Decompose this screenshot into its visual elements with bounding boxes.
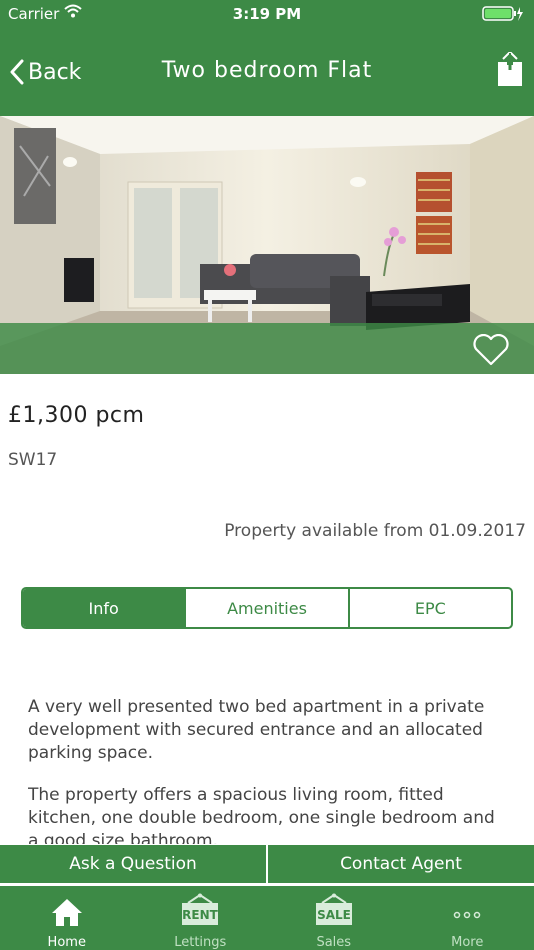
- sale-sign-icon: SALE: [315, 893, 352, 925]
- sale-sign-text: SALE: [317, 908, 351, 922]
- description-paragraph: A very well presented two bed apartment …: [28, 697, 485, 763]
- home-icon: [51, 899, 82, 926]
- tab-amenities[interactable]: Amenities: [184, 589, 347, 627]
- heart-icon: [473, 333, 509, 366]
- photo-overlay: [0, 323, 534, 374]
- tab-home[interactable]: Home: [0, 886, 134, 950]
- contact-agent-button[interactable]: Contact Agent: [266, 845, 534, 883]
- tab-home-label: Home: [47, 935, 86, 950]
- property-photo[interactable]: [0, 116, 534, 374]
- tab-sales[interactable]: SALE Sales: [267, 886, 401, 950]
- info-tabs: Info Amenities EPC: [21, 587, 513, 629]
- navigation-bar: Back Two bedroom Flat: [0, 28, 534, 116]
- availability-label: Property available from 01.09.2017: [224, 521, 526, 541]
- description-paragraph: The property offers a spacious living ro…: [28, 785, 495, 844]
- tab-lettings[interactable]: RENT Lettings: [134, 886, 268, 950]
- ask-question-button[interactable]: Ask a Question: [0, 845, 266, 883]
- share-button[interactable]: [496, 50, 524, 92]
- status-time: 3:19 PM: [232, 5, 302, 23]
- tab-info[interactable]: Info: [23, 589, 185, 627]
- share-icon: [498, 50, 522, 86]
- tab-more[interactable]: More: [401, 886, 534, 950]
- tab-sales-label: Sales: [316, 935, 352, 950]
- action-bar: Ask a Question Contact Agent: [0, 845, 534, 883]
- tab-lettings-label: Lettings: [174, 935, 227, 950]
- postcode-label: SW17: [8, 450, 58, 470]
- tab-more-label: More: [451, 935, 484, 950]
- favourite-button[interactable]: [472, 333, 510, 370]
- status-bar: Carrier 3:19 PM: [0, 0, 534, 28]
- battery-icon: [482, 6, 523, 21]
- tab-bar: Home RENT Lettings SALE Sales More: [0, 886, 534, 950]
- rent-sign-text: RENT: [182, 908, 218, 922]
- price-label: £1,300 pcm: [8, 403, 145, 428]
- more-icon: [454, 911, 481, 919]
- tab-epc[interactable]: EPC: [347, 589, 511, 627]
- rent-sign-icon: RENT: [182, 893, 219, 925]
- property-description: A very well presented two bed apartment …: [28, 696, 508, 844]
- page-title: Two bedroom Flat: [161, 58, 373, 83]
